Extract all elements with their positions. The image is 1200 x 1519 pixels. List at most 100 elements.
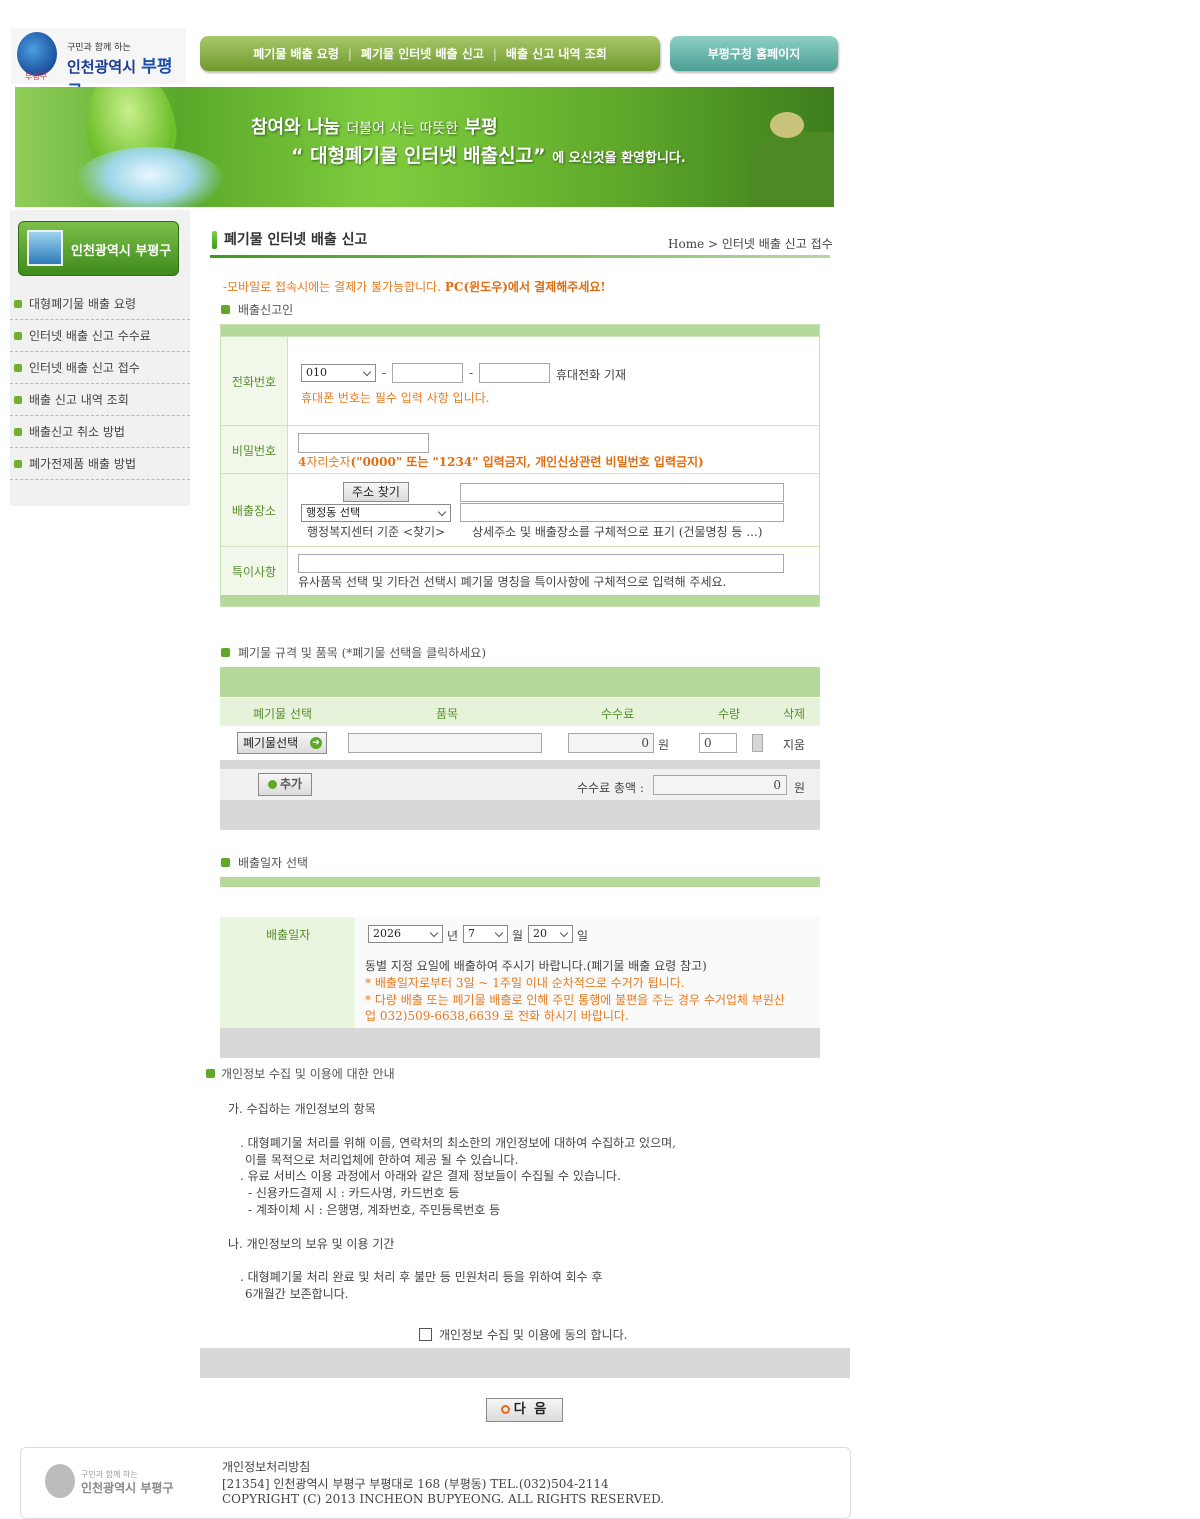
water-drop-icon <box>75 147 225 207</box>
phone-label: 전화번호 <box>221 337 288 426</box>
special-label: 특이사항 <box>221 547 288 595</box>
footer: 구민과 함께 하는 인천광역시 부평구 개인정보처리방침 [21354] 인천광… <box>20 1447 851 1519</box>
top-nav: 폐기물 배출 요령 | 폐기물 인터넷 배출 신고 | 배출 신고 내역 조회 <box>200 36 660 71</box>
sidebar-item-label: 배출 신고 내역 조회 <box>29 393 129 407</box>
district-home-button[interactable]: 부평구청 홈페이지 <box>670 36 838 71</box>
sidebar-item-report[interactable]: 인터넷 배출 신고 접수 <box>10 352 190 384</box>
date-label: 배출일자 <box>266 928 311 942</box>
page-title: 폐기물 인터넷 배출 신고 <box>212 229 367 249</box>
nav-internet-report[interactable]: 폐기물 인터넷 배출 신고 <box>352 45 493 62</box>
detail-hint: 상세주소 및 배출장소를 구체적으로 표기 (건물명칭 등 ...) <box>472 525 763 539</box>
password-label: 비밀번호 <box>221 426 288 474</box>
phone-prefix-select[interactable]: 010 <box>301 364 376 382</box>
dong-select[interactable]: 행정동 선택 <box>301 504 451 522</box>
bullet-icon <box>14 299 22 308</box>
arrow-right-icon: ➔ <box>310 737 322 749</box>
address-search-button[interactable]: 주소 찾기 <box>343 482 409 502</box>
emblem-icon <box>17 32 57 76</box>
password-note: 4자리숫자("0000" 또는 "1234" 입력금지, 개인신상관련 비밀번호… <box>298 455 704 469</box>
month-select[interactable]: 7 <box>463 925 508 943</box>
sidebar-banner[interactable]: 인천광역시 부평구 <box>18 221 179 276</box>
sidebar-item-cancel[interactable]: 배출신고 취소 방법 <box>10 416 190 448</box>
nav-disposal-guide[interactable]: 폐기물 배출 요령 <box>244 45 348 62</box>
item-name-input[interactable] <box>348 733 542 753</box>
agree-checkbox[interactable] <box>419 1328 432 1341</box>
applicant-form: 전화번호 010 - - 휴대전화 기재 휴대폰 번호는 필수 입력 사항 입니… <box>220 324 820 607</box>
privacy-text: - 계좌이체 시 : 은행명, 계좌번호, 주민등록번호 등 <box>248 1203 501 1217</box>
won-label: 원 <box>794 781 806 795</box>
table-row: 폐기물선택 ➔ 0 원 0 지움 <box>220 726 820 760</box>
bullet-icon <box>14 395 22 404</box>
sidebar-item-label: 배출신고 취소 방법 <box>29 425 125 439</box>
section-items: 폐기물 규격 및 품목 (*폐기물 선택을 클릭하세요) <box>221 644 486 661</box>
day-select[interactable]: 20 <box>528 925 573 943</box>
waste-select-button[interactable]: 폐기물선택 ➔ <box>237 732 327 754</box>
items-header: 폐기물 선택 품목 수수료 수량 삭제 <box>220 698 820 726</box>
address-input[interactable] <box>460 483 784 502</box>
qty-input[interactable]: 0 <box>699 733 737 753</box>
total-label: 수수료 총액 : <box>577 781 644 795</box>
circle-icon <box>500 1405 510 1414</box>
frog-icon <box>770 112 804 138</box>
bullet-icon <box>221 305 230 314</box>
footer-logo-text: 인천광역시 부평구 <box>81 1481 174 1495</box>
sidebar-item-label: 인터넷 배출 신고 접수 <box>29 361 140 375</box>
phone-row: 전화번호 010 - - 휴대전화 기재 휴대폰 번호는 필수 입력 사항 입니… <box>221 336 819 426</box>
detail-address-input[interactable] <box>460 503 784 522</box>
col-qty: 수량 <box>718 707 741 721</box>
bupyeong-logo[interactable]: 구민과 함께 하는 인천광역시 부평구 부평구 <box>11 28 186 102</box>
delete-link[interactable]: 지움 <box>783 736 805 753</box>
password-input[interactable] <box>298 433 429 453</box>
bullet-icon <box>14 459 22 468</box>
title-bar-icon <box>212 231 217 249</box>
sidebar-item-label: 폐가전제품 배출 방법 <box>29 457 136 471</box>
phone-middle-input[interactable] <box>392 363 463 383</box>
date-note: * 배출일자로부터 3일 ~ 1주일 이내 순차적으로 수거가 됩니다. <box>365 976 685 990</box>
phone-last-input[interactable] <box>479 363 550 383</box>
dash: - <box>382 366 387 380</box>
banner-line2: “ 대형폐기물 인터넷 배출신고” 에 오신것을 환영합니다. <box>291 145 686 167</box>
privacy-text: - 신용카드결제 시 : 카드사명, 카드번호 등 <box>248 1186 460 1200</box>
total-fee-input: 0 <box>653 775 787 795</box>
place-row: 배출장소 주소 찾기 행정동 선택 행정복지센터 기준 <찾기> 상세주소 및 … <box>221 473 819 547</box>
sidebar-item-appliance[interactable]: 폐가전제품 배출 방법 <box>10 448 190 480</box>
bullet-icon <box>206 1069 215 1078</box>
privacy-text: . 대형폐기물 처리를 위해 이름, 연락처의 최소한의 개인정보에 대하여 수… <box>240 1136 676 1150</box>
agree-label: 개인정보 수집 및 이용에 동의 합니다. <box>439 1328 628 1342</box>
logo-tiny: 부평구 <box>25 72 48 81</box>
date-label-cell: 배출일자 <box>220 917 355 1028</box>
mobile-warning: -모바일로 접속시에는 결제가 불가능합니다. PC(윈도우)에서 결제해주세요… <box>223 280 606 294</box>
day-unit: 일 <box>577 929 589 943</box>
add-item-button[interactable]: 추가 <box>258 773 312 796</box>
privacy-text: 이를 목적으로 처리업체에 한하여 제공 될 수 있습니다. <box>245 1153 519 1167</box>
dash: - <box>469 366 474 380</box>
section-applicant: 배출신고인 <box>221 301 293 318</box>
sidebar-menu: 대형폐기물 배출 요령 인터넷 배출 신고 수수료 인터넷 배출 신고 접수 배… <box>10 288 190 480</box>
special-note-input[interactable] <box>298 554 784 573</box>
title-divider <box>210 255 830 258</box>
bullet-icon <box>221 648 230 657</box>
special-row: 특이사항 유사품목 선택 및 기타건 선택시 폐기물 명칭을 특이사항에 구체적… <box>221 546 819 595</box>
sidebar-item-history[interactable]: 배출 신고 내역 조회 <box>10 384 190 416</box>
footer-copyright: COPYRIGHT (C) 2013 INCHEON BUPYEONG. ALL… <box>222 1492 665 1506</box>
fee-input: 0 <box>568 733 654 753</box>
sidebar-item-fee[interactable]: 인터넷 배출 신고 수수료 <box>10 320 190 352</box>
footer-logo: 구민과 함께 하는 인천광역시 부평구 <box>43 1464 183 1502</box>
agree-row: 개인정보 수집 및 이용에 동의 합니다. <box>419 1326 628 1343</box>
won-label: 원 <box>658 738 670 752</box>
section-privacy: 개인정보 수집 및 이용에 대한 안내 <box>206 1065 395 1082</box>
moss-image <box>750 132 834 207</box>
next-button[interactable]: 다 음 <box>486 1398 563 1422</box>
privacy-policy-link[interactable]: 개인정보처리방침 <box>222 1458 310 1475</box>
items-total-row: 추가 수수료 총액 : 0 원 <box>220 769 820 800</box>
year-select[interactable]: 2026 <box>368 925 443 943</box>
form-top-band <box>221 325 819 336</box>
banner-line1: 참여와 나눔 더불어 사는 따뜻한 부평 <box>251 117 498 138</box>
qty-stepper-icon[interactable] <box>752 734 763 752</box>
items-bottom-band <box>220 800 820 830</box>
emblem-icon <box>45 1464 75 1498</box>
privacy-text: . 유료 서비스 이용 과정에서 아래와 같은 결제 정보들이 수집될 수 있습… <box>240 1169 621 1183</box>
nav-report-history[interactable]: 배출 신고 내역 조회 <box>497 45 616 62</box>
sidebar-item-disposal-guide[interactable]: 대형폐기물 배출 요령 <box>10 288 190 320</box>
month-unit: 월 <box>512 929 524 943</box>
